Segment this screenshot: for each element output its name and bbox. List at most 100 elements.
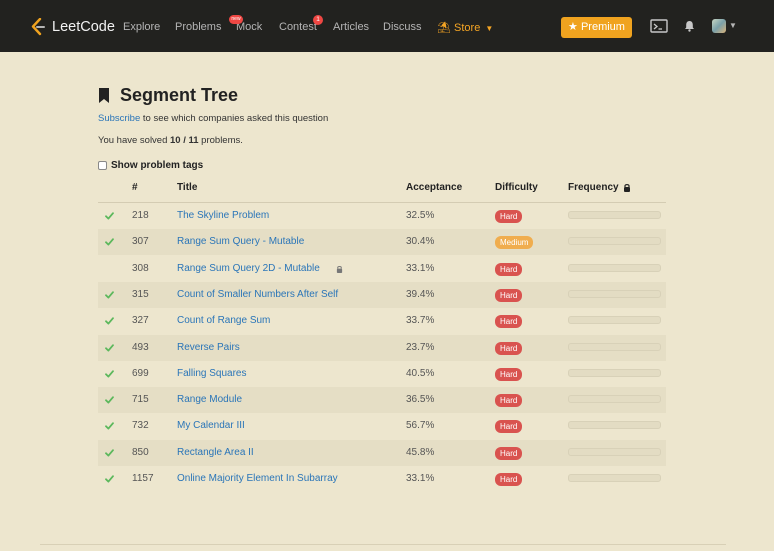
- problem-title-link[interactable]: Count of Smaller Numbers After Self: [177, 282, 338, 308]
- frequency-bar: [568, 474, 661, 482]
- check-icon: [105, 229, 117, 255]
- frequency-header-label: Frequency: [568, 182, 619, 193]
- problem-number: 699: [132, 367, 149, 379]
- problem-title: Count of Smaller Numbers After Self: [177, 288, 339, 300]
- solved-suffix: problems.: [198, 135, 243, 146]
- nav-contest[interactable]: Contest: [279, 21, 317, 33]
- frequency-bar: [568, 237, 661, 246]
- problem-title: My Calendar III: [177, 420, 245, 432]
- frequency-bar: [568, 289, 661, 298]
- leetcode-logo-icon: [31, 18, 45, 36]
- chevron-down-icon[interactable]: ▼: [729, 21, 737, 30]
- problem-title-link[interactable]: Rectangle Area II: [177, 440, 254, 466]
- problem-title-link[interactable]: Falling Squares: [177, 361, 246, 387]
- table-row[interactable]: 315 Count of Smaller Numbers After Self 39…: [98, 281, 666, 308]
- table-row[interactable]: 715 Range Module 36.5% Hard: [98, 387, 666, 414]
- top-navbar: LeetCode Explore Problems Mock new Conte…: [0, 0, 774, 52]
- nav-articles[interactable]: Articles: [333, 21, 369, 33]
- column-header-frequency[interactable]: Frequency: [568, 182, 631, 193]
- subscribe-text: to see which companies asked this questi…: [140, 113, 329, 124]
- difficulty-badge: Hard: [495, 420, 523, 434]
- problem-title-link[interactable]: The Skyline Problem: [177, 203, 269, 229]
- acceptance-rate: 33.1%: [406, 473, 435, 484]
- problem-title: Falling Squares: [177, 367, 247, 379]
- subscribe-link[interactable]: Subscribe: [98, 113, 140, 124]
- acceptance-rate: 39.4%: [406, 288, 435, 300]
- nav-problems[interactable]: Problems: [175, 21, 221, 33]
- table-row[interactable]: 307 Range Sum Query - Mutable 30.4% Medium: [98, 229, 666, 256]
- problem-title-link[interactable]: My Calendar III: [177, 413, 245, 439]
- problem-title: Reverse Pairs: [177, 341, 240, 353]
- table-row[interactable]: 699 Falling Squares 40.5% Hard: [98, 361, 666, 387]
- table-row[interactable]: 732 My Calendar III 56.7% Hard: [98, 413, 666, 439]
- check-icon: [105, 440, 117, 466]
- problem-number: 218: [132, 210, 149, 221]
- solved-prefix: You have solved: [98, 135, 171, 146]
- table-row[interactable]: 327 Count of Range Sum 33.7% Hard: [98, 308, 666, 334]
- problem-title-link[interactable]: Reverse Pairs: [177, 335, 240, 361]
- difficulty-badge: Hard: [495, 473, 523, 486]
- difficulty-badge: Medium: [495, 236, 534, 250]
- table-row[interactable]: 493 Reverse Pairs 23.7% Hard: [98, 334, 666, 361]
- problem-title-link[interactable]: Online Majority Element In Subarray: [177, 466, 338, 492]
- frequency-bar: [568, 211, 661, 219]
- nav-discuss[interactable]: Discuss: [383, 21, 422, 33]
- acceptance-rate: 56.7%: [406, 420, 435, 432]
- difficulty-badge: Hard: [495, 262, 523, 276]
- table-row[interactable]: 308 Range Sum Query 2D - Mutable 33.1% Hard: [98, 256, 666, 282]
- problem-title: Rectangle Area II: [177, 446, 254, 458]
- problem-title-link[interactable]: Range Sum Query - Mutable: [177, 229, 304, 255]
- problem-title: Online Majority Element In Subarray: [177, 473, 338, 484]
- show-tags-label: Show problem tags: [111, 159, 204, 171]
- problem-number: 315: [132, 288, 149, 300]
- star-icon: ★: [568, 21, 578, 33]
- terminal-icon[interactable]: [650, 16, 668, 36]
- premium-button[interactable]: ★ Premium: [561, 17, 632, 38]
- nav-explore[interactable]: Explore: [123, 21, 160, 33]
- acceptance-rate: 23.7%: [406, 341, 435, 353]
- check-icon: [105, 466, 117, 492]
- problem-title: Range Sum Query 2D - Mutable: [177, 262, 320, 274]
- check-icon: [105, 335, 117, 361]
- bell-icon[interactable]: [684, 16, 695, 36]
- nav-store[interactable]: ⛱ Store ▼: [437, 21, 493, 34]
- check-icon: [105, 282, 117, 308]
- problem-title: Count of Range Sum: [177, 315, 271, 327]
- problem-title-link[interactable]: Count of Range Sum: [177, 308, 270, 334]
- acceptance-rate: 45.8%: [406, 446, 435, 458]
- acceptance-rate: 33.7%: [406, 315, 435, 327]
- problem-number: 307: [132, 236, 149, 248]
- acceptance-rate: 40.5%: [406, 367, 435, 379]
- problem-number: 1157: [132, 473, 154, 484]
- problem-number: 850: [132, 446, 149, 458]
- difficulty-badge: Hard: [495, 210, 523, 223]
- page-title: Segment Tree: [98, 84, 238, 106]
- table-row[interactable]: 1157 Online Majority Element In Subarray 3…: [98, 466, 666, 492]
- problem-number: 493: [132, 341, 149, 353]
- column-header-number[interactable]: #: [132, 182, 138, 193]
- show-tags-toggle[interactable]: Show problem tags: [98, 159, 203, 171]
- table-row[interactable]: 850 Rectangle Area II 45.8% Hard: [98, 439, 666, 466]
- frequency-bar: [568, 421, 661, 430]
- frequency-bar: [568, 447, 661, 456]
- brand-logo[interactable]: LeetCode: [30, 17, 115, 37]
- column-header-difficulty[interactable]: Difficulty: [495, 182, 538, 193]
- difficulty-badge: Hard: [495, 394, 523, 408]
- subscribe-notice: Subscribe to see which companies asked t…: [98, 113, 328, 124]
- problem-title: Range Sum Query - Mutable: [177, 236, 305, 248]
- problem-title-link[interactable]: Range Sum Query 2D - Mutable: [177, 256, 343, 282]
- show-tags-checkbox[interactable]: [98, 160, 107, 170]
- status-empty: [105, 256, 117, 282]
- acceptance-rate: 33.1%: [406, 262, 435, 274]
- check-icon: [105, 387, 117, 413]
- acceptance-rate: 36.5%: [406, 394, 435, 406]
- frequency-bar: [568, 395, 661, 404]
- difficulty-badge: Hard: [495, 341, 523, 355]
- solved-summary: You have solved 10 / 11 problems.: [98, 135, 243, 146]
- avatar[interactable]: [712, 19, 726, 33]
- table-row[interactable]: 218 The Skyline Problem 32.5% Hard: [98, 203, 666, 229]
- difficulty-badge: Hard: [495, 446, 523, 460]
- column-header-title[interactable]: Title: [177, 182, 197, 193]
- problem-title-link[interactable]: Range Module: [177, 387, 242, 413]
- column-header-acceptance[interactable]: Acceptance: [406, 182, 462, 193]
